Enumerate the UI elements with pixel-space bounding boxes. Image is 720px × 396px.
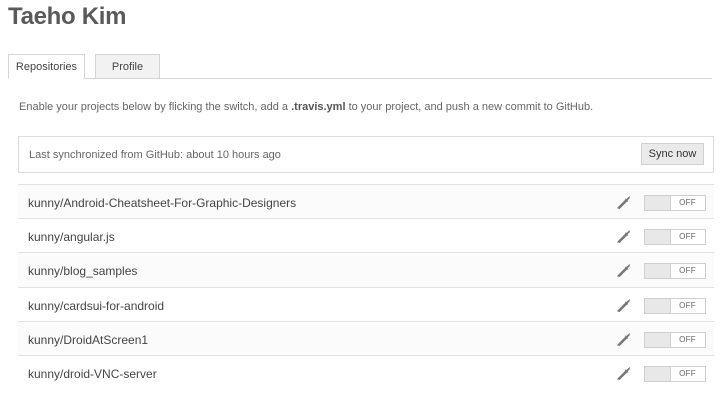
toggle-knob — [645, 196, 671, 210]
intro-text-before: Enable your projects below by flicking t… — [19, 101, 292, 113]
repository-name[interactable]: kunny/cardsui-for-android — [28, 299, 164, 313]
sync-status: Last synchronized from GitHub: about 10 … — [29, 149, 281, 161]
repository-toggle[interactable]: OFF — [644, 263, 706, 280]
toggle-knob — [645, 366, 671, 381]
repository-toggle[interactable]: OFF — [644, 331, 706, 348]
repository-toggle[interactable]: OFF — [644, 365, 706, 382]
repository-row: kunny/angular.js OFF — [18, 218, 714, 253]
travis-yml-filename: .travis.yml — [291, 101, 346, 113]
page-title: Taeho Kim — [8, 3, 127, 30]
tab-bar: Repositories Profile — [8, 54, 712, 79]
toggle-knob — [645, 230, 671, 245]
toggle-state: OFF — [679, 198, 696, 207]
repository-name[interactable]: kunny/angular.js — [28, 230, 115, 244]
repository-toggle[interactable]: OFF — [644, 229, 706, 246]
wrench-icon[interactable] — [617, 332, 630, 346]
repository-name[interactable]: kunny/blog_samples — [28, 264, 137, 278]
repository-list: kunny/Android-Cheatsheet-For-Graphic-Des… — [18, 184, 714, 390]
repository-toggle[interactable]: OFF — [644, 195, 706, 211]
toggle-state: OFF — [679, 300, 696, 310]
wrench-icon[interactable] — [617, 264, 630, 278]
toggle-state: OFF — [679, 334, 696, 344]
wrench-icon[interactable] — [617, 366, 630, 380]
tab-repositories[interactable]: Repositories — [8, 54, 85, 79]
repository-toggle[interactable]: OFF — [644, 297, 706, 314]
toggle-knob — [645, 298, 671, 313]
repository-name[interactable]: kunny/droid-VNC-server — [28, 367, 157, 381]
repository-row: kunny/blog_samples OFF — [18, 252, 714, 287]
repository-name[interactable]: kunny/Android-Cheatsheet-For-Graphic-Des… — [28, 196, 296, 210]
repository-row: kunny/DroidAtScreen1 OFF — [18, 320, 714, 355]
repository-row: kunny/droid-VNC-server OFF — [18, 354, 714, 390]
sync-now-button[interactable]: Sync now — [641, 143, 704, 165]
toggle-state: OFF — [679, 232, 696, 242]
repository-row: kunny/cardsui-for-android OFF — [18, 286, 714, 321]
toggle-state: OFF — [679, 266, 696, 276]
intro-text-after: to your project, and push a new commit t… — [345, 101, 594, 113]
tab-profile[interactable]: Profile — [95, 54, 160, 79]
wrench-icon[interactable] — [617, 230, 630, 244]
repository-row: kunny/Android-Cheatsheet-For-Graphic-Des… — [18, 184, 714, 219]
toggle-knob — [645, 332, 671, 347]
repository-name[interactable]: kunny/DroidAtScreen1 — [28, 333, 148, 347]
wrench-icon[interactable] — [617, 298, 630, 312]
intro-text: Enable your projects below by flicking t… — [19, 101, 593, 113]
toggle-knob — [645, 264, 671, 279]
sync-panel: Last synchronized from GitHub: about 10 … — [18, 136, 714, 173]
toggle-state: OFF — [679, 368, 696, 378]
wrench-icon[interactable] — [617, 196, 630, 209]
